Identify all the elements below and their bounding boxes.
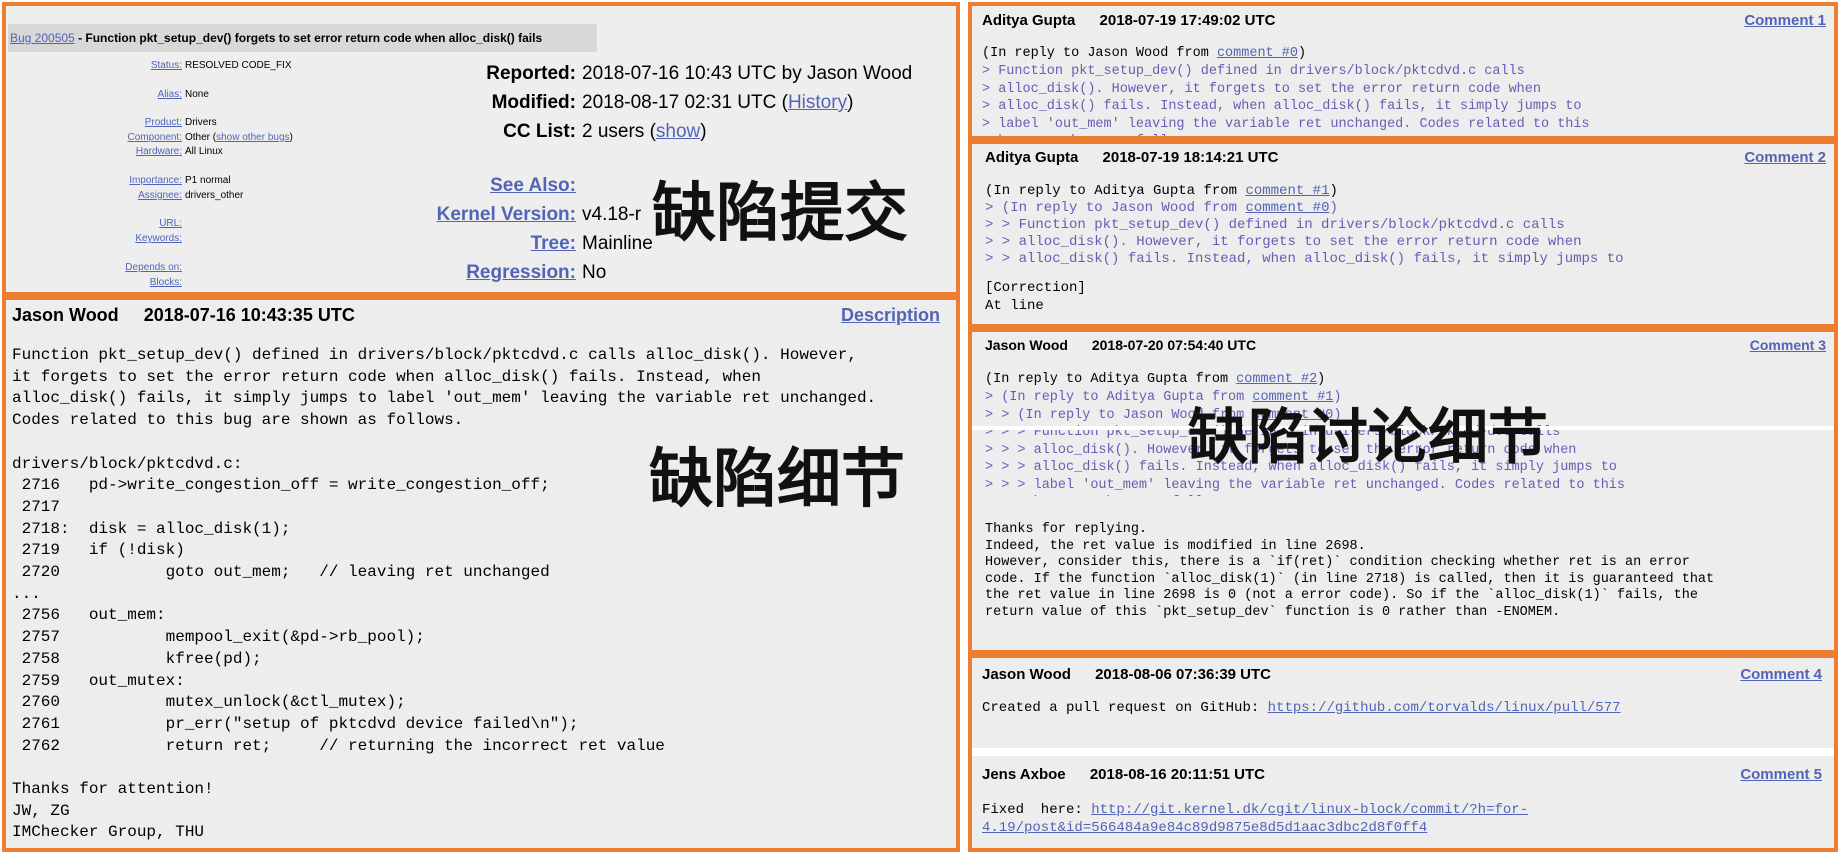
description-body: Function pkt_setup_dev() defined in driv… [12,346,877,842]
comment-2-time: 2018-07-19 18:14:21 UTC [1102,149,1279,166]
modified-paren: ) [847,92,854,113]
history-link[interactable]: History [788,92,847,113]
bug-submission-panel: Bug 200505 - Function pkt_setup_dev() fo… [2,2,960,296]
comment-5-body-line-2: 4.19/post&id=566484a9e84c89d9875e8d5d1aa… [982,819,1427,837]
comment-2-reply-end: ) [1329,183,1338,199]
comment-2-quoted-prefix: > (In reply to Jason Wood from [985,200,1246,216]
comments-4-5-panel: Jason Wood 2018-08-06 07:36:39 UTC Comme… [968,654,1838,852]
comment-4-link[interactable]: Comment 4 [1740,666,1822,683]
comment-1-header: Aditya Gupta 2018-07-19 17:49:02 UTC [982,12,1275,29]
cc-show-link[interactable]: show [656,121,700,142]
comment-1-reply-end: ) [1297,46,1307,61]
hardware-label[interactable]: Hardware: [6,146,182,157]
modified-value: 2018-08-17 02:31 UTC ( [582,92,788,113]
overlay-label-discussion: 缺陷讨论细节 [1188,403,1548,473]
comment-2-quoted-reply-line: > (In reply to Jason Wood from comment #… [985,200,1338,217]
comment-5-header: Jens Axboe 2018-08-16 20:11:51 UTC [982,766,1265,783]
comment-4-body-text: Created a pull request on GitHub: [982,700,1268,716]
regression-label[interactable]: Regression: [6,262,576,284]
description-header: Jason Wood 2018-07-16 10:43:35 UTC [12,305,355,326]
comment-5-commit-link[interactable]: http://git.kernel.dk/cgit/linux-block/co… [1091,802,1528,818]
kernel-version-label[interactable]: Kernel Version: [6,204,576,226]
overlay-label-details: 缺陷细节 [649,443,905,517]
reported-label: Reported: [486,63,576,84]
comment-2-panel: Aditya Gupta 2018-07-19 18:14:21 UTC Com… [968,140,1838,328]
comment-5-body-text: Fixed here: [982,802,1092,818]
comment-3-author: Jason Wood [985,337,1068,353]
comment-4-author: Jason Wood [982,666,1071,683]
cc-list-value: 2 users ( [582,121,656,142]
comment-2-quoted: > > Function pkt_setup_dev() defined in … [985,217,1624,267]
comment-2-header: Aditya Gupta 2018-07-19 18:14:21 UTC [985,149,1278,166]
comment-3-reply-link[interactable]: comment #2 [1236,372,1317,387]
comment-5-author: Jens Axboe [982,766,1066,783]
bug-description-panel: Jason Wood 2018-07-16 10:43:35 UTC Descr… [2,296,960,852]
cc-list-label: CC List: [503,121,576,142]
overlay-label-submission: 缺陷提交 [652,177,908,251]
comment-2-reply-prefix: (In reply to Aditya Gupta from [985,183,1246,199]
comment-5-body: Fixed here: http://git.kernel.dk/cgit/li… [982,801,1528,819]
description-time: 2018-07-16 10:43:35 UTC [143,305,355,325]
comment-2-body: [Correction] At line [985,280,1086,314]
comment-4-header: Jason Wood 2018-08-06 07:36:39 UTC [982,666,1271,683]
bug-id-link[interactable]: Bug 200505 [10,31,75,45]
comment-3-time: 2018-07-20 07:54:40 UTC [1091,337,1257,353]
comment-1-time: 2018-07-19 17:49:02 UTC [1099,12,1276,29]
comment-2-quoted-link[interactable]: comment #0 [1245,200,1329,216]
comment-2-quoted-end: ) [1329,200,1338,216]
comment-3-reply-end: ) [1317,372,1326,387]
kernel-version-value: v4.18-r [582,204,642,225]
tree-value: Mainline [582,233,653,254]
comment-5-commit-link-cont[interactable]: 4.19/post&id=566484a9e84c89d9875e8d5d1aa… [982,820,1427,836]
cc-paren: ) [700,121,707,142]
bug-summary: - Function pkt_setup_dev() forgets to se… [74,31,543,45]
bug-title-bar: Bug 200505 - Function pkt_setup_dev() fo… [8,24,597,52]
hardware-value: All Linux [185,146,223,157]
comment-2-link[interactable]: Comment 2 [1744,149,1826,166]
description-author: Jason Wood [12,305,119,325]
description-link[interactable]: Description [841,305,940,326]
tree-label[interactable]: Tree: [6,233,576,255]
comment-3-header: Jason Wood 2018-07-20 07:54:40 UTC [985,337,1256,353]
comment-4-github-link[interactable]: https://github.com/torvalds/linux/pull/5… [1268,700,1621,716]
see-also-label[interactable]: See Also: [6,175,576,197]
comment-3-link[interactable]: Comment 3 [1750,337,1826,353]
comment-1-quoted: > Function pkt_setup_dev() defined in dr… [982,64,1590,136]
comment-2-reply-line: (In reply to Aditya Gupta from comment #… [985,183,1338,200]
comment-3-body: Thanks for replying. Indeed, the ret val… [985,522,1715,620]
comment-2-reply-link[interactable]: comment #1 [1245,183,1329,199]
comment-separator [972,748,1834,756]
comment-1-author: Aditya Gupta [982,12,1076,29]
comment-5-link[interactable]: Comment 5 [1740,766,1822,783]
modified-label: Modified: [491,92,576,113]
comment-3-reply-line: (In reply to Aditya Gupta from comment #… [985,371,1325,389]
comment-1-panel: Aditya Gupta 2018-07-19 17:49:02 UTC Com… [968,2,1838,140]
comment-1-reply-prefix: (In reply to Jason Wood from [982,46,1217,61]
comment-3-panel: Jason Wood 2018-07-20 07:54:40 UTC Comme… [968,328,1838,654]
comment-1-link[interactable]: Comment 1 [1744,12,1826,29]
comment-4-time: 2018-08-06 07:36:39 UTC [1095,666,1272,683]
comment-3-reply-prefix: (In reply to Aditya Gupta from [985,372,1237,387]
regression-value: No [582,262,607,283]
comment-1-reply-line: (In reply to Jason Wood from comment #0) [982,45,1306,63]
comment-5-time: 2018-08-16 20:11:51 UTC [1089,766,1265,783]
comment-2-author: Aditya Gupta [985,149,1079,166]
comment-1-reply-link[interactable]: comment #0 [1217,46,1298,61]
reported-value: 2018-07-16 10:43 UTC by Jason Wood [582,63,913,84]
comment-2-quoted-clip: > > Function pkt_setup_dev() defined in … [972,217,1834,267]
comment-4-body: Created a pull request on GitHub: https:… [982,700,1621,716]
